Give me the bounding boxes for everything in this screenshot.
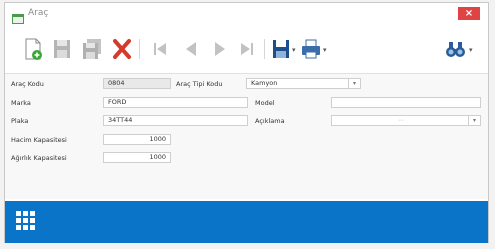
- model-field[interactable]: [331, 97, 481, 108]
- new-button[interactable]: [23, 37, 43, 61]
- new-document-icon: [23, 37, 43, 61]
- arac-tipi-value: Kamyon: [251, 79, 278, 87]
- toolbar-separator: [139, 39, 140, 59]
- save-all-button[interactable]: [81, 37, 103, 61]
- vehicle-form: Araç Kodu 0804 Araç Tipi Kodu Kamyon ▾ M…: [5, 73, 488, 199]
- ellipsis-icon[interactable]: ⋯: [398, 116, 404, 125]
- plaka-label: Plaka: [11, 117, 29, 125]
- plaka-field[interactable]: 34TT44: [103, 115, 248, 126]
- search-button[interactable]: [445, 37, 467, 61]
- grid-menu-icon[interactable]: [16, 211, 36, 235]
- arac-tipi-select[interactable]: Kamyon ▾: [246, 78, 361, 89]
- arac-window: Araç × ▾ ▾ ▾ Araç Kodu 0804 Araç Tipi Ko…: [4, 2, 489, 243]
- print-button[interactable]: [300, 37, 322, 61]
- aciklama-field[interactable]: ⋯ ▾: [331, 115, 481, 126]
- hacim-kapasitesi-label: Hacim Kapasitesi: [11, 136, 67, 144]
- delete-button[interactable]: [112, 37, 132, 61]
- search-binoculars-icon: [445, 37, 467, 61]
- hacim-kapasitesi-field[interactable]: 1000: [103, 134, 171, 145]
- arac-kodu-label: Araç Kodu: [11, 80, 44, 88]
- last-record-icon: [238, 37, 256, 61]
- marka-label: Marka: [11, 99, 31, 107]
- previous-record-button[interactable]: [182, 37, 200, 61]
- next-record-button[interactable]: [211, 37, 229, 61]
- search-dropdown-arrow[interactable]: ▾: [469, 46, 473, 54]
- model-label: Model: [255, 99, 275, 107]
- first-record-icon: [151, 37, 169, 61]
- agirlik-kapasitesi-label: Ağırlık Kapasitesi: [11, 154, 67, 162]
- export-icon: [271, 37, 291, 61]
- save-all-icon: [81, 37, 103, 61]
- next-record-icon: [211, 37, 229, 61]
- close-button[interactable]: ×: [458, 7, 480, 20]
- agirlik-kapasitesi-field[interactable]: 1000: [103, 152, 171, 163]
- bottom-bar: [5, 201, 488, 243]
- print-dropdown-arrow[interactable]: ▾: [323, 46, 327, 54]
- toolbar: ▾ ▾ ▾: [5, 29, 488, 69]
- delete-icon: [112, 37, 132, 61]
- previous-record-icon: [182, 37, 200, 61]
- arac-kodu-field[interactable]: 0804: [103, 78, 171, 89]
- first-record-button[interactable]: [151, 37, 169, 61]
- export-dropdown-arrow[interactable]: ▾: [292, 46, 296, 54]
- arac-tipi-label: Araç Tipi Kodu: [176, 80, 223, 88]
- chevron-down-icon[interactable]: ▾: [348, 79, 360, 88]
- window-title: Araç: [28, 8, 49, 18]
- window-form-icon: [12, 9, 24, 24]
- export-button[interactable]: [271, 37, 291, 61]
- marka-field[interactable]: FORD: [103, 97, 248, 108]
- save-icon: [52, 37, 72, 61]
- aciklama-label: Açıklama: [255, 117, 285, 125]
- chevron-down-icon[interactable]: ▾: [468, 116, 480, 125]
- print-icon: [300, 37, 322, 61]
- close-icon: ×: [464, 8, 474, 19]
- save-button[interactable]: [52, 37, 72, 61]
- title-bar: Araç ×: [5, 3, 488, 25]
- toolbar-separator: [264, 39, 265, 59]
- last-record-button[interactable]: [238, 37, 256, 61]
